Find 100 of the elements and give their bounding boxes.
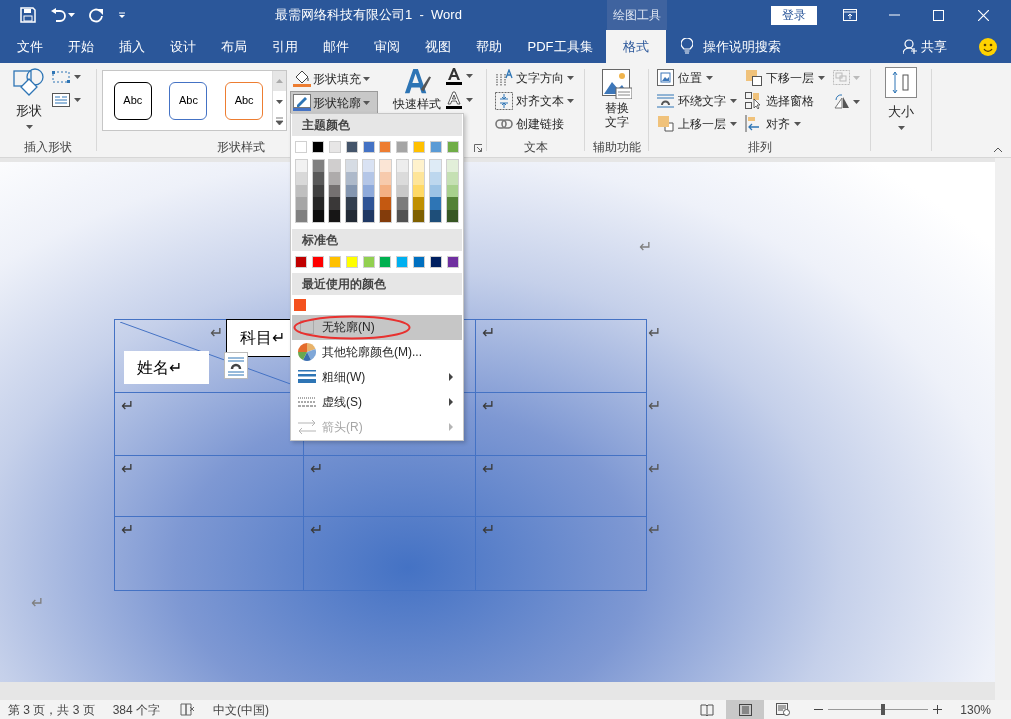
color-swatch[interactable] — [295, 160, 307, 173]
shape-fill-button[interactable]: 形状填充 — [290, 68, 378, 89]
ribbon-tab[interactable]: 审阅 — [361, 30, 412, 63]
text-box[interactable]: 姓名↵ — [124, 351, 209, 384]
color-swatch[interactable] — [413, 160, 425, 173]
color-swatch[interactable] — [312, 209, 324, 222]
proofing-icon[interactable] — [180, 703, 196, 716]
color-swatch[interactable] — [363, 184, 375, 198]
color-swatch[interactable] — [429, 141, 442, 153]
ribbon-button[interactable]: 对齐 — [745, 112, 833, 135]
color-swatch[interactable] — [295, 197, 307, 210]
color-swatch[interactable] — [312, 255, 325, 268]
shapes-button[interactable]: 形状 — [10, 63, 48, 138]
text-box-icon[interactable] — [52, 93, 70, 107]
color-swatch[interactable] — [363, 160, 375, 173]
color-swatch[interactable] — [379, 255, 392, 268]
edit-points-icon[interactable] — [52, 71, 70, 83]
color-swatch[interactable] — [329, 197, 341, 210]
color-swatch[interactable] — [430, 160, 442, 173]
color-swatch[interactable] — [396, 172, 408, 185]
ribbon-button[interactable]: 下移一层 — [745, 66, 833, 89]
undo-icon[interactable] — [50, 8, 66, 22]
ribbon-tab[interactable]: 引用 — [259, 30, 310, 63]
color-swatch[interactable] — [295, 172, 307, 185]
ribbon-button[interactable]: 位置 — [657, 66, 745, 89]
smiley-icon[interactable] — [979, 37, 997, 56]
color-swatch[interactable] — [346, 197, 358, 210]
color-swatch[interactable] — [346, 172, 358, 185]
tell-me-search[interactable]: 操作说明搜索 — [703, 36, 781, 57]
layout-options-icon[interactable] — [224, 352, 248, 379]
color-swatch[interactable] — [430, 197, 442, 210]
style-thumbnail[interactable]: Abc — [225, 81, 264, 120]
style-thumbnail[interactable]: Abc — [169, 81, 208, 120]
color-swatch[interactable] — [312, 141, 325, 153]
color-swatch[interactable] — [396, 255, 409, 268]
color-swatch[interactable] — [329, 209, 341, 222]
zoom-in-icon[interactable] — [933, 705, 943, 714]
color-swatch[interactable] — [396, 141, 409, 153]
ribbon-button[interactable]: 文字方向 — [495, 67, 584, 89]
color-swatch[interactable] — [413, 209, 425, 222]
view-button[interactable] — [726, 700, 765, 719]
ribbon-tab[interactable]: 视图 — [412, 30, 463, 63]
zoom-slider[interactable] — [828, 704, 929, 715]
ribbon-button[interactable]: 环绕文字 — [657, 89, 745, 112]
text-outline-icon[interactable] — [446, 91, 462, 109]
ribbon-button[interactable]: 选择窗格 — [745, 89, 833, 112]
color-swatch[interactable] — [295, 255, 308, 268]
color-swatch[interactable] — [396, 197, 408, 210]
ribbon-tab[interactable]: 开始 — [55, 30, 106, 63]
ribbon-display-options-icon[interactable] — [843, 9, 857, 21]
color-swatch[interactable] — [447, 197, 459, 210]
share-button[interactable]: 共享 — [921, 36, 947, 57]
zoom-slider-thumb[interactable] — [881, 704, 886, 715]
color-swatch[interactable] — [312, 172, 324, 185]
color-swatch[interactable] — [430, 184, 442, 198]
color-swatch[interactable] — [379, 141, 392, 153]
color-swatch[interactable] — [346, 160, 358, 173]
maximize-icon[interactable] — [933, 9, 944, 21]
ribbon-button[interactable]: 上移一层 — [657, 112, 745, 135]
color-swatch[interactable] — [295, 184, 307, 198]
color-swatch[interactable] — [346, 209, 358, 222]
color-swatch[interactable] — [329, 255, 341, 268]
dialog-launcher-icon[interactable] — [474, 144, 482, 152]
color-swatch[interactable] — [329, 172, 341, 185]
color-swatch[interactable] — [430, 172, 442, 185]
color-swatch[interactable] — [446, 255, 459, 268]
color-swatch[interactable] — [312, 197, 324, 210]
shape-outline-button[interactable]: 形状轮廓 — [290, 91, 378, 114]
color-swatch[interactable] — [396, 160, 408, 173]
color-swatch[interactable] — [379, 184, 391, 198]
color-swatch[interactable] — [346, 184, 358, 198]
color-swatch[interactable] — [447, 172, 459, 185]
menu-item[interactable]: 粗细(W) — [292, 364, 462, 390]
save-icon[interactable] — [20, 7, 36, 23]
color-swatch[interactable] — [413, 197, 425, 210]
color-swatch[interactable] — [295, 141, 308, 153]
sign-in-button[interactable]: 登录 — [771, 5, 817, 25]
ribbon-tab[interactable]: PDF工具集 — [514, 30, 606, 63]
customize-toolbar-icon[interactable] — [118, 11, 126, 19]
ribbon-tab[interactable]: 插入 — [106, 30, 157, 63]
color-swatch[interactable] — [379, 197, 391, 210]
color-swatch[interactable] — [396, 184, 408, 198]
color-swatch[interactable] — [396, 209, 408, 222]
color-swatch[interactable] — [362, 255, 375, 268]
color-swatch[interactable] — [363, 172, 375, 185]
size-button[interactable]: 大小 — [881, 63, 921, 139]
color-swatch[interactable] — [295, 209, 307, 222]
color-swatch[interactable] — [329, 141, 341, 153]
color-swatch[interactable] — [312, 184, 324, 198]
color-swatch[interactable] — [413, 141, 425, 153]
color-swatch[interactable] — [329, 160, 341, 173]
text-fill-icon[interactable] — [446, 67, 462, 85]
color-swatch[interactable] — [447, 209, 459, 222]
color-swatch[interactable] — [312, 160, 324, 173]
collapse-ribbon-icon[interactable] — [993, 147, 1003, 153]
ribbon-tab[interactable]: 邮件 — [310, 30, 361, 63]
style-thumbnail[interactable]: Abc — [113, 81, 152, 120]
close-icon[interactable] — [978, 9, 989, 21]
ribbon-tab[interactable]: 格式 — [606, 30, 666, 63]
color-swatch[interactable] — [413, 172, 425, 185]
